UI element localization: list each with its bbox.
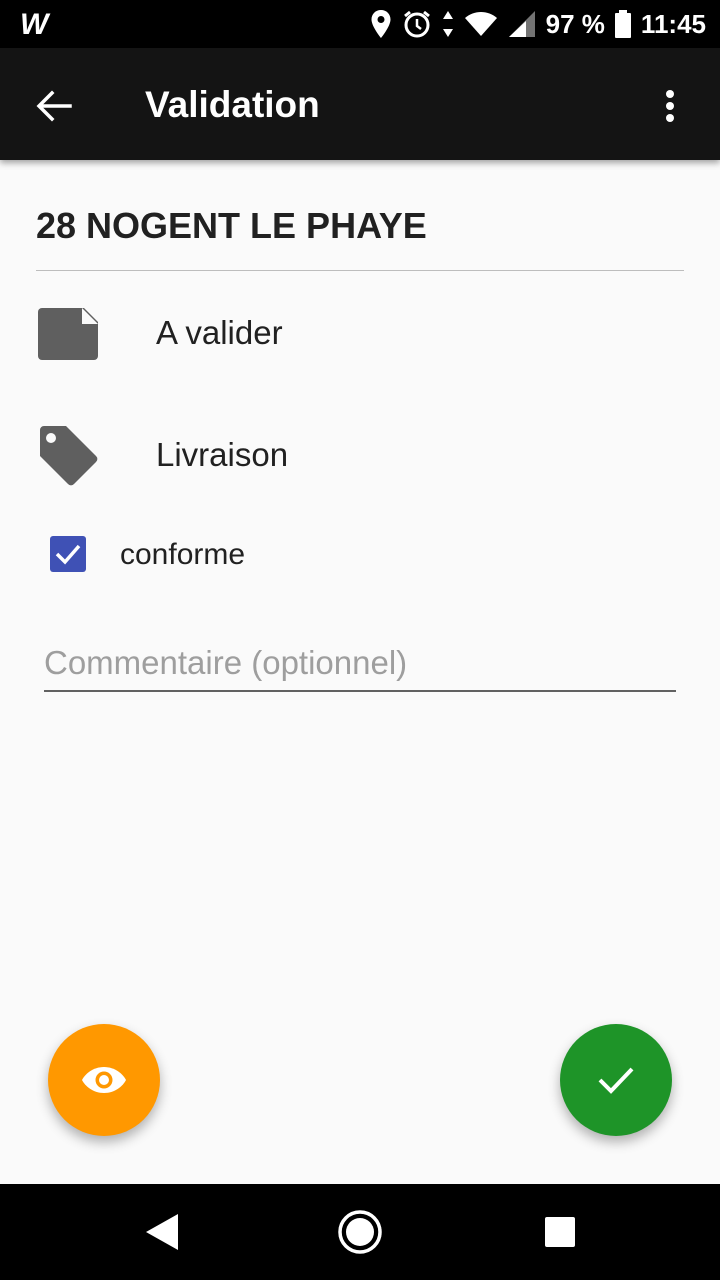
app-bar: Validation	[0, 48, 720, 160]
back-button[interactable]	[30, 82, 78, 130]
status-icons: 97 % 11:45	[370, 0, 706, 48]
check-icon	[55, 544, 81, 565]
page-title: Validation	[145, 84, 320, 125]
circle-home-icon	[338, 1210, 382, 1254]
arrow-back-icon	[36, 90, 72, 122]
type-row: Livraison	[36, 414, 676, 494]
confirm-fab-button[interactable]	[560, 1024, 672, 1136]
nav-recents-button[interactable]	[536, 1208, 584, 1256]
data-arrows-icon	[442, 10, 454, 38]
nav-back-button[interactable]	[138, 1208, 186, 1256]
checkbox-label: conforme	[120, 538, 246, 571]
conforme-checkbox-row[interactable]: conforme	[48, 534, 648, 578]
comment-field[interactable]	[44, 636, 676, 692]
clock: 11:45	[640, 8, 706, 39]
check-icon	[598, 1067, 634, 1094]
square-recents-icon	[545, 1217, 575, 1247]
system-nav-bar	[0, 1184, 720, 1280]
document-icon	[38, 308, 98, 360]
divider	[36, 270, 684, 271]
alarm-icon	[402, 9, 432, 39]
app-notification-icon: W	[20, 8, 48, 41]
nav-home-button[interactable]	[336, 1208, 384, 1256]
view-fab-button[interactable]	[48, 1024, 160, 1136]
eye-icon	[82, 1067, 126, 1093]
conforme-checkbox[interactable]	[50, 536, 86, 572]
signal-icon	[508, 10, 536, 38]
triangle-back-icon	[146, 1214, 178, 1250]
site-title: 28 NOGENT LE PHAYE	[36, 205, 427, 246]
status-bar: W 97 % 11:45	[0, 0, 720, 48]
type-label: Livraison	[156, 436, 289, 473]
status-row: A valider	[36, 292, 676, 372]
battery-percent: 97 %	[545, 8, 605, 39]
status-label: A valider	[156, 314, 283, 351]
overflow-menu-button[interactable]	[646, 82, 694, 130]
wifi-icon	[464, 11, 498, 37]
battery-icon	[614, 10, 631, 38]
location-icon	[370, 9, 392, 39]
more-vert-icon	[666, 90, 674, 122]
tag-icon	[40, 426, 98, 486]
